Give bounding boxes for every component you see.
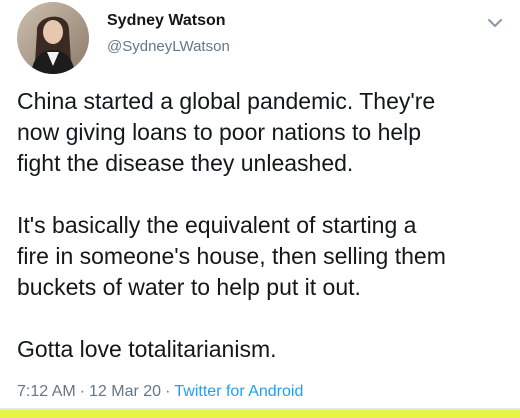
chevron-down-icon[interactable] bbox=[484, 12, 506, 34]
meta-separator: · bbox=[79, 383, 86, 400]
tweet-paragraph: China started a global pandemic. They're… bbox=[17, 88, 436, 176]
user-handle[interactable]: @SydneyLWatson bbox=[107, 37, 447, 57]
tweet-source-link[interactable]: Twitter for Android bbox=[174, 383, 303, 400]
tweet-time[interactable]: 7:12 AM bbox=[17, 383, 76, 400]
display-name[interactable]: Sydney Watson bbox=[107, 11, 447, 31]
tweet-date[interactable]: 12 Mar 20 bbox=[89, 383, 161, 400]
tweet-card: Sydney Watson @SydneyLWatson China start… bbox=[0, 0, 520, 418]
author-block: Sydney Watson @SydneyLWatson bbox=[107, 11, 447, 57]
tweet-meta: 7:12 AM · 12 Mar 20 · Twitter for Android bbox=[17, 382, 303, 402]
bottom-accent-bar bbox=[0, 410, 520, 418]
profile-photo-icon bbox=[17, 2, 89, 74]
tweet-paragraph: Gotta love totalitarianism. bbox=[17, 336, 277, 362]
avatar[interactable] bbox=[17, 2, 89, 74]
tweet-text: China started a global pandemic. They're… bbox=[17, 86, 512, 365]
meta-separator: · bbox=[165, 383, 171, 400]
tweet-paragraph: It's basically the equivalent of startin… bbox=[17, 212, 446, 300]
